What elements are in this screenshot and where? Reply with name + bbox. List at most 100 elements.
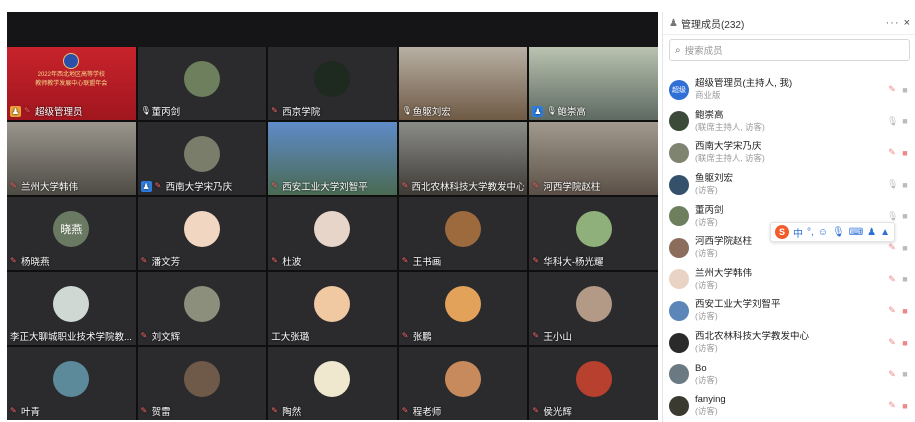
camera-icon[interactable]: ■: [900, 85, 910, 95]
camera-muted-icon[interactable]: ■: [900, 148, 910, 158]
mic-muted-icon[interactable]: ✎: [887, 305, 897, 316]
camera-icon[interactable]: ■: [900, 116, 910, 126]
mic-muted-icon: ✎: [401, 406, 409, 415]
camera-muted-icon[interactable]: ■: [900, 338, 910, 348]
tile-label: ✎ 西京学院: [271, 106, 321, 118]
mic-icon[interactable]: 🎙: [887, 179, 898, 190]
close-icon[interactable]: ×: [904, 17, 910, 29]
video-tile[interactable]: ✎ 兰州大学韩伟: [7, 122, 136, 195]
list-item[interactable]: 兰州大学韩伟 (访客) ✎ ■: [663, 264, 915, 296]
mic-muted-icon[interactable]: ✎: [887, 147, 897, 158]
video-tile[interactable]: ✎ 华科大-杨光耀: [529, 197, 658, 270]
camera-icon[interactable]: ■: [900, 369, 910, 379]
video-tile[interactable]: ✎ 河西学院赵柱: [529, 122, 658, 195]
list-item[interactable]: 鱼躯刘宏 (访客) 🎙 ■: [663, 169, 915, 201]
video-tile[interactable]: ✎ 贺雷: [137, 347, 267, 420]
member-name: 西南大学宋乃庆: [695, 141, 762, 153]
video-tile[interactable]: ♟ 🎙 鲍崇高: [529, 47, 658, 120]
video-tile[interactable]: ♟ ✎ 西南大学宋乃庆: [137, 122, 267, 195]
voice-icon[interactable]: 🎙: [832, 227, 845, 238]
user-icon[interactable]: ♟: [867, 227, 876, 238]
ime-punct[interactable]: °,: [807, 227, 814, 238]
list-item[interactable]: 西安工业大学刘智平 (访客) ✎ ■: [663, 295, 915, 327]
mic-muted-icon: ✎: [271, 181, 278, 190]
list-item[interactable]: 西南大学宋乃庆 (联席主持人, 访客) ✎ ■: [663, 137, 915, 169]
list-item[interactable]: fanying (访客) ✎ ■: [663, 390, 915, 422]
avatar: [53, 361, 90, 398]
tile-label: ✎ 侯光辉: [532, 406, 572, 418]
video-tile[interactable]: 🎙 鱼躯刘宏: [398, 47, 528, 120]
mic-muted-icon: ✎: [532, 331, 540, 340]
more-icon[interactable]: ···: [886, 17, 900, 29]
list-item[interactable]: 超级 超级管理员(主持人, 我) 商业版 ✎ ■: [663, 74, 915, 106]
member-name: 西北农林科技大学教发中心: [695, 331, 810, 343]
ime-toolbar[interactable]: S 中 °, ☺ 🎙 ⌨ ♟ ▲: [770, 222, 896, 242]
video-tile[interactable]: ✎ 陶然: [268, 347, 397, 420]
member-role: (访客): [695, 185, 718, 196]
camera-muted-icon[interactable]: ■: [900, 306, 910, 316]
member-name: 鲍崇高: [695, 109, 724, 121]
list-item[interactable]: Bo (访客) ✎ ■: [663, 358, 915, 390]
tile-label: ♟ ✎ 超级管理员: [10, 105, 83, 118]
shirt-icon[interactable]: ▲: [880, 227, 890, 238]
mic-muted-icon[interactable]: ✎: [887, 84, 897, 95]
tile-label: ♟ 🎙 鲍崇高: [532, 105, 586, 118]
avatar: [669, 206, 689, 227]
video-tile[interactable]: 工大张璐: [268, 272, 397, 345]
tile-label: 工大张璐: [271, 332, 310, 343]
member-role: (访客): [695, 311, 718, 322]
video-tile[interactable]: ✎ 程老师: [398, 347, 528, 420]
video-tile[interactable]: ✎ 张鹏: [398, 272, 528, 345]
keyboard-icon[interactable]: ⌨: [849, 227, 863, 238]
video-tile[interactable]: 2022年西北地区高等学校 教师教学发展中心联盟年会 ♟ ✎ 超级管理员: [7, 47, 136, 120]
video-tile[interactable]: ✎ 西京学院: [268, 47, 397, 120]
member-role: (联席主持人, 访客): [695, 153, 765, 164]
mic-icon[interactable]: 🎙: [887, 116, 898, 127]
mic-muted-icon[interactable]: ✎: [887, 400, 897, 411]
emoji-icon[interactable]: ☺: [818, 227, 828, 238]
video-tile[interactable]: ✎ 刘文辉: [137, 272, 267, 345]
camera-icon[interactable]: ■: [900, 274, 910, 284]
sogou-logo-icon: S: [775, 225, 789, 239]
mic-muted-icon[interactable]: ✎: [887, 274, 897, 285]
video-tile[interactable]: ✎ 潘文芳: [137, 197, 267, 270]
mic-muted-icon: ✎: [401, 181, 409, 190]
member-name: Bo: [695, 362, 707, 374]
mic-muted-icon[interactable]: ✎: [887, 242, 897, 253]
mic-muted-icon[interactable]: ✎: [887, 369, 897, 380]
video-tile[interactable]: ✎ 叶青: [7, 347, 136, 420]
video-tile[interactable]: ✎ 侯光辉: [529, 347, 658, 420]
member-role: (访客): [695, 374, 718, 385]
camera-icon[interactable]: ■: [900, 180, 910, 190]
tile-label: ✎ 杜波: [271, 256, 302, 268]
mic-muted-icon: ✎: [532, 256, 540, 265]
top-bar: [7, 12, 658, 47]
camera-icon[interactable]: ■: [900, 211, 910, 221]
video-tile[interactable]: ✎ 西安工业大学刘智平: [268, 122, 397, 195]
video-tile[interactable]: ✎ 西北农林科技大学教发中心: [398, 122, 528, 195]
video-tile[interactable]: 李正大聊城职业技术学院教...: [7, 272, 136, 345]
member-list: 超级 超级管理员(主持人, 我) 商业版 ✎ ■ 鲍崇高 (联席主持人, 访客) 🎙 ■…: [663, 74, 915, 422]
mic-icon[interactable]: 🎙: [887, 211, 898, 222]
mic-muted-icon[interactable]: ✎: [887, 337, 897, 348]
tile-label: ✎ 华科大-杨光耀: [532, 256, 604, 268]
camera-icon[interactable]: ■: [900, 243, 910, 253]
video-tile[interactable]: 🎙 董丙剑: [137, 47, 267, 120]
mic-muted-icon: ✎: [271, 256, 278, 265]
video-tile[interactable]: ✎ 杜波: [268, 197, 397, 270]
avatar: [314, 211, 351, 248]
mic-muted-icon: ✎: [140, 256, 148, 265]
mic-muted-icon: ✎: [10, 406, 17, 415]
list-item[interactable]: 西北农林科技大学教发中心 (访客) ✎ ■: [663, 327, 915, 359]
camera-muted-icon[interactable]: ■: [900, 401, 910, 411]
search-input[interactable]: ⌕ 搜索成员: [669, 39, 910, 61]
member-role: (访客): [695, 279, 718, 290]
list-item[interactable]: 鲍崇高 (联席主持人, 访客) 🎙 ■: [663, 106, 915, 138]
avatar: [183, 361, 220, 398]
search-placeholder: 搜索成员: [684, 46, 723, 57]
video-tile[interactable]: 晓燕 ✎ 杨晓燕: [7, 197, 136, 270]
video-tile[interactable]: ✎ 王书画: [398, 197, 528, 270]
video-tile[interactable]: ✎ 王小山: [529, 272, 658, 345]
ime-mode[interactable]: 中: [793, 225, 803, 240]
member-name: fanying: [695, 394, 726, 406]
